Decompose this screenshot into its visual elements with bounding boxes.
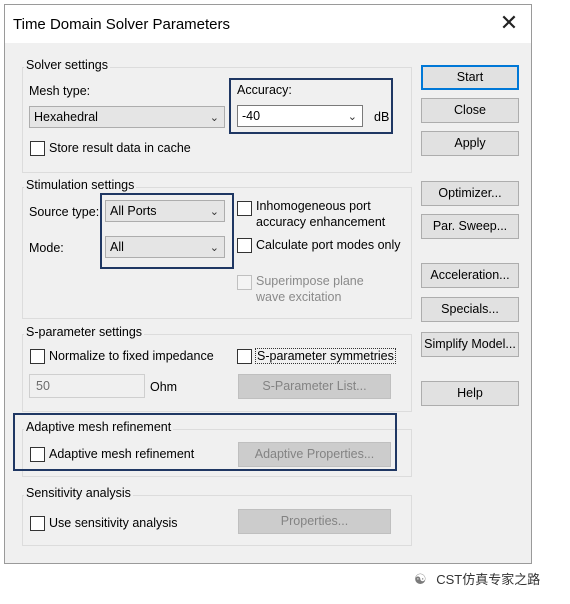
sparam-symmetries-checkbox[interactable]	[237, 349, 252, 364]
store-cache-label: Store result data in cache	[49, 141, 191, 155]
sparam-symmetries-label: S-parameter symmetries	[255, 348, 396, 364]
accuracy-dropdown[interactable]: -40 ⌄	[237, 105, 363, 127]
accuracy-value: -40	[242, 109, 261, 123]
inhomogeneous-checkbox[interactable]	[237, 201, 252, 216]
sparam-settings-group	[22, 334, 412, 412]
watermark-text: CST仿真专家之路	[436, 572, 541, 587]
chevron-down-icon: ⌄	[347, 111, 357, 123]
calc-port-modes-checkbox[interactable]	[237, 238, 252, 253]
inhomogeneous-label-line1: Inhomogeneous port	[256, 199, 371, 213]
help-button[interactable]: Help	[421, 381, 519, 406]
mesh-type-value: Hexahedral	[34, 110, 98, 124]
source-type-value: All Ports	[110, 204, 157, 218]
mode-dropdown[interactable]: All ⌄	[105, 236, 225, 258]
sensitivity-checkbox[interactable]	[30, 516, 45, 531]
title-bar: Time Domain Solver Parameters ✕	[5, 5, 531, 43]
chevron-down-icon: ⌄	[209, 242, 219, 254]
chevron-down-icon: ⌄	[209, 112, 219, 124]
store-cache-checkbox[interactable]	[30, 141, 45, 156]
start-button[interactable]: Start	[421, 65, 519, 90]
stimulation-settings-label: Stimulation settings	[24, 178, 137, 192]
watermark: ☯ CST仿真专家之路	[414, 569, 540, 588]
close-button[interactable]: Close	[421, 98, 519, 123]
accuracy-unit: dB	[374, 110, 390, 124]
mode-label: Mode:	[29, 241, 64, 255]
adaptive-mesh-checkbox-label: Adaptive mesh refinement	[49, 447, 195, 461]
wechat-icon: ☯	[414, 571, 427, 587]
par-sweep-button[interactable]: Par. Sweep...	[421, 214, 519, 239]
superimpose-checkbox[interactable]	[237, 275, 252, 290]
mesh-type-dropdown[interactable]: Hexahedral ⌄	[29, 106, 225, 128]
impedance-unit: Ohm	[150, 380, 178, 394]
mesh-type-label: Mesh type:	[29, 84, 91, 98]
superimpose-label-line2: wave excitation	[256, 290, 342, 304]
calc-port-modes-label: Calculate port modes only	[256, 238, 401, 252]
simplify-model-button[interactable]: Simplify Model...	[421, 332, 519, 357]
sensitivity-properties-button[interactable]: Properties...	[238, 509, 391, 534]
adaptive-mesh-checkbox[interactable]	[30, 447, 45, 462]
sensitivity-checkbox-label: Use sensitivity analysis	[49, 516, 178, 530]
chevron-down-icon: ⌄	[209, 206, 219, 218]
acceleration-button[interactable]: Acceleration...	[421, 263, 519, 288]
source-type-label: Source type:	[29, 205, 100, 219]
mode-value: All	[110, 240, 124, 254]
specials-button[interactable]: Specials...	[421, 297, 519, 322]
sensitivity-analysis-label: Sensitivity analysis	[24, 486, 133, 500]
solver-parameters-dialog: Time Domain Solver Parameters ✕ Solver s…	[4, 4, 532, 564]
solver-settings-label: Solver settings	[24, 58, 110, 72]
close-icon[interactable]: ✕	[497, 11, 521, 35]
optimizer-button[interactable]: Optimizer...	[421, 181, 519, 206]
source-type-dropdown[interactable]: All Ports ⌄	[105, 200, 225, 222]
inhomogeneous-label-line2: accuracy enhancement	[256, 215, 386, 229]
sparam-list-button[interactable]: S-Parameter List...	[238, 374, 391, 399]
impedance-input[interactable]: 50	[29, 374, 145, 398]
dialog-title: Time Domain Solver Parameters	[13, 16, 231, 33]
superimpose-label-line1: Superimpose plane	[256, 274, 364, 288]
adaptive-mesh-label: Adaptive mesh refinement	[24, 420, 174, 434]
sparam-settings-label: S-parameter settings	[24, 325, 145, 339]
normalize-impedance-label: Normalize to fixed impedance	[49, 349, 214, 363]
accuracy-label: Accuracy:	[237, 83, 292, 97]
normalize-impedance-checkbox[interactable]	[30, 349, 45, 364]
adaptive-properties-button[interactable]: Adaptive Properties...	[238, 442, 391, 467]
apply-button[interactable]: Apply	[421, 131, 519, 156]
